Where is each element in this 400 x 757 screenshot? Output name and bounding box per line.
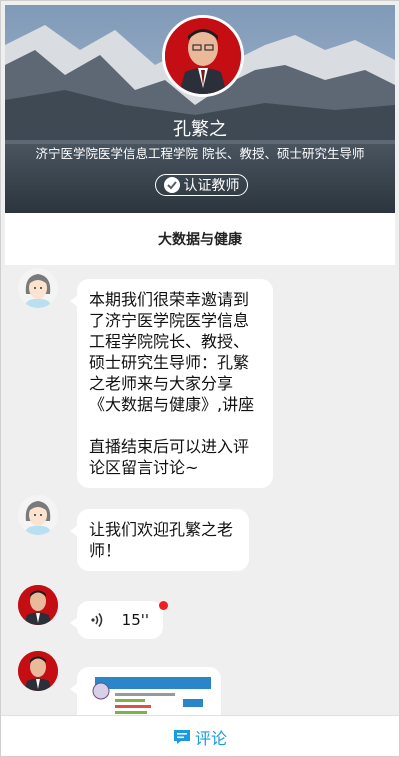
female-avatar-icon bbox=[18, 268, 58, 308]
app-frame: 孔繁之 济宁医学院医学信息工程学院 院长、教授、硕士研究生导师 认证教师 大数据… bbox=[0, 0, 400, 757]
slide-thumbnail-image bbox=[87, 677, 211, 715]
comment-button[interactable]: 评论 bbox=[1, 715, 399, 756]
person-portrait-icon bbox=[165, 18, 241, 94]
voice-message: 15'' bbox=[77, 601, 163, 639]
message-bubble: 让我们欢迎孔繁之老师！ bbox=[70, 509, 249, 571]
message-bubble: 本期我们很荣幸邀请到了济宁医学院医学信息工程学院院长、教授、硕士研究生导师：孔繁… bbox=[70, 279, 273, 488]
voice-message-button[interactable]: 15'' bbox=[70, 601, 163, 639]
certified-teacher-label: 认证教师 bbox=[183, 178, 240, 194]
certified-teacher-badge: 认证教师 bbox=[155, 174, 248, 196]
image-message[interactable] bbox=[70, 667, 221, 715]
topic-title: 大数据与健康 bbox=[5, 213, 395, 265]
person-portrait-icon bbox=[18, 651, 58, 691]
host-avatar[interactable] bbox=[18, 495, 58, 535]
unread-dot bbox=[159, 601, 168, 610]
message-text: 让我们欢迎孔繁之老师！ bbox=[89, 520, 234, 560]
teacher-avatar[interactable] bbox=[162, 15, 244, 97]
comment-icon bbox=[173, 729, 190, 744]
person-portrait-icon bbox=[18, 585, 58, 625]
voice-duration: 15'' bbox=[121, 610, 149, 629]
chat-feed[interactable]: 本期我们很荣幸邀请到了济宁医学院医学信息工程学院院长、教授、硕士研究生导师：孔繁… bbox=[5, 265, 395, 715]
voice-wave-icon bbox=[91, 613, 103, 627]
teacher-name: 孔繁之 bbox=[173, 119, 227, 140]
teacher-avatar[interactable] bbox=[18, 585, 58, 625]
host-avatar[interactable] bbox=[18, 268, 58, 308]
comment-label: 评论 bbox=[194, 728, 227, 748]
teacher-title: 济宁医学院医学信息工程学院 院长、教授、硕士研究生导师 bbox=[35, 146, 365, 161]
female-avatar-icon bbox=[18, 495, 58, 535]
teacher-avatar[interactable] bbox=[18, 651, 58, 691]
message-text: 本期我们很荣幸邀请到了济宁医学院医学信息工程学院院长、教授、硕士研究生导师：孔繁… bbox=[89, 290, 255, 477]
teacher-header: 孔繁之 济宁医学院医学信息工程学院 院长、教授、硕士研究生导师 认证教师 bbox=[5, 5, 395, 213]
checkmark-icon bbox=[163, 177, 180, 193]
